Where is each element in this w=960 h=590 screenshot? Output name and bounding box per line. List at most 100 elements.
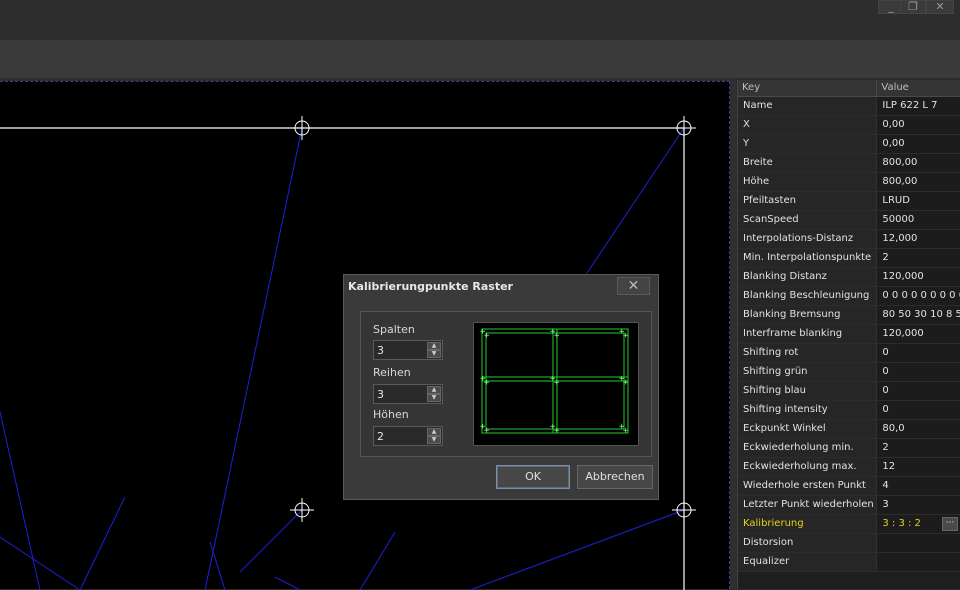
property-value[interactable]: 12 bbox=[877, 458, 960, 476]
property-key: X bbox=[738, 116, 878, 134]
property-value[interactable]: 0 bbox=[877, 344, 960, 362]
property-row[interactable]: Min. Interpolationspunkte 2 bbox=[738, 249, 960, 268]
property-value[interactable]: 80 50 30 10 8 5 3 bbox=[877, 306, 960, 324]
property-row[interactable]: Y 0,00 bbox=[738, 135, 960, 154]
property-value[interactable]: ILP 622 L 7 bbox=[877, 97, 960, 115]
key-column-header[interactable]: Key bbox=[738, 80, 878, 96]
property-row[interactable]: Eckwiederholung max. 12 bbox=[738, 458, 960, 477]
property-row[interactable]: Shifting blau 0 bbox=[738, 382, 960, 401]
property-row[interactable]: Shifting grün 0 bbox=[738, 363, 960, 382]
ok-button[interactable]: OK bbox=[496, 465, 570, 489]
reihen-label: Reihen bbox=[373, 366, 411, 379]
property-key: Shifting blau bbox=[738, 382, 878, 400]
property-value[interactable]: 12,000 bbox=[877, 230, 960, 248]
property-key: Eckpunkt Winkel bbox=[738, 420, 878, 438]
reihen-up-button[interactable]: ▲ bbox=[427, 386, 441, 394]
blue-line bbox=[359, 531, 396, 590]
property-row[interactable]: Blanking Bremsung80 50 30 10 8 5 3 bbox=[738, 306, 960, 325]
property-value[interactable]: 0 bbox=[877, 401, 960, 419]
property-value[interactable]: 800,00 bbox=[877, 173, 960, 191]
restore-button[interactable]: ❐ bbox=[900, 0, 926, 14]
property-row[interactable]: Höhe 800,00 bbox=[738, 173, 960, 192]
spalten-up-button[interactable]: ▲ bbox=[427, 342, 441, 350]
property-row[interactable]: ScanSpeed 50000 bbox=[738, 211, 960, 230]
spalten-input[interactable] bbox=[375, 342, 427, 358]
value-column-header[interactable]: Value bbox=[877, 80, 960, 96]
property-value[interactable]: 0 bbox=[877, 382, 960, 400]
toolbar bbox=[0, 40, 960, 78]
property-row[interactable]: Breite 800,00 bbox=[738, 154, 960, 173]
hoehen-label: Höhen bbox=[373, 408, 409, 421]
cancel-button[interactable]: Abbrechen bbox=[577, 465, 653, 489]
grid-point: + bbox=[484, 331, 490, 341]
properties-panel: Key Value Name ILP 622 L 7 X 0,00 Y 0,00 Breit… bbox=[737, 80, 960, 589]
blue-line bbox=[0, 411, 41, 590]
title-bar: _ ❐ ✕ bbox=[0, 0, 960, 40]
blue-line bbox=[584, 127, 685, 277]
grid-point: + bbox=[554, 426, 560, 436]
blue-line bbox=[209, 541, 226, 590]
grid-point: + bbox=[623, 378, 629, 388]
property-value[interactable]: 2 bbox=[877, 249, 960, 267]
property-value[interactable]: 120,000 bbox=[877, 268, 960, 286]
property-value[interactable] bbox=[877, 553, 960, 571]
property-row[interactable]: Blanking Distanz 120,000 bbox=[738, 268, 960, 287]
reihen-down-button[interactable]: ▼ bbox=[427, 394, 441, 402]
property-row[interactable]: Eckwiederholung min. 2 bbox=[738, 439, 960, 458]
kalibrierung-edit-button[interactable]: ··· bbox=[942, 517, 958, 531]
blue-line bbox=[469, 509, 685, 590]
hoehen-up-button[interactable]: ▲ bbox=[427, 428, 441, 436]
property-key: Distorsion bbox=[738, 534, 878, 552]
property-value[interactable]: 3 bbox=[877, 496, 960, 514]
property-row[interactable]: Interframe blanking 120,000 bbox=[738, 325, 960, 344]
property-value[interactable]: 0,00 bbox=[877, 135, 960, 153]
property-row[interactable]: Shifting intensity 0 bbox=[738, 401, 960, 420]
reihen-input[interactable] bbox=[375, 386, 427, 402]
property-key: Y bbox=[738, 135, 878, 153]
property-row[interactable]: Kalibrierung 3 : 3 : 2 ··· bbox=[738, 515, 960, 534]
dialog-panel: Spalten ▲ ▼ Reihen ▲ ▼ Höhen ▲ ▼ bbox=[360, 311, 652, 457]
property-key: Kalibrierung bbox=[738, 515, 878, 533]
hoehen-input[interactable] bbox=[375, 428, 427, 444]
property-value[interactable]: 120,000 bbox=[877, 325, 960, 343]
property-row[interactable]: Interpolations-Distanz 12,000 bbox=[738, 230, 960, 249]
property-row[interactable]: Equalizer bbox=[738, 553, 960, 572]
grid-point: + bbox=[623, 426, 629, 436]
property-key: Shifting rot bbox=[738, 344, 878, 362]
property-value[interactable]: 80,0 bbox=[877, 420, 960, 438]
calibration-grid-dialog: Kalibrierungpunkte Raster ✕ Spalten ▲ ▼ … bbox=[343, 274, 659, 500]
dialog-close-button[interactable]: ✕ bbox=[617, 277, 650, 295]
reihen-spinner: ▲ ▼ bbox=[373, 384, 443, 404]
hoehen-down-button[interactable]: ▼ bbox=[427, 436, 441, 444]
property-value[interactable]: 800,00 bbox=[877, 154, 960, 172]
property-row[interactable]: Pfeiltasten LRUD bbox=[738, 192, 960, 211]
property-value[interactable] bbox=[877, 534, 960, 552]
property-row[interactable]: Shifting rot 0 bbox=[738, 344, 960, 363]
property-value[interactable]: 0,00 bbox=[877, 116, 960, 134]
property-row[interactable]: X 0,00 bbox=[738, 116, 960, 135]
property-row[interactable]: Name ILP 622 L 7 bbox=[738, 97, 960, 116]
property-key: Blanking Distanz bbox=[738, 268, 878, 286]
properties-header: Key Value bbox=[738, 80, 960, 97]
property-key: Name bbox=[738, 97, 878, 115]
property-key: Interpolations-Distanz bbox=[738, 230, 878, 248]
property-value[interactable]: 50000 bbox=[877, 211, 960, 229]
property-row[interactable]: Eckpunkt Winkel 80,0 bbox=[738, 420, 960, 439]
property-value[interactable]: 0 bbox=[877, 363, 960, 381]
property-value[interactable]: 4 bbox=[877, 477, 960, 495]
property-row[interactable]: Wiederhole ersten Punkt 4 bbox=[738, 477, 960, 496]
blue-line bbox=[204, 127, 303, 590]
spalten-down-button[interactable]: ▼ bbox=[427, 350, 441, 358]
property-key: Shifting grün bbox=[738, 363, 878, 381]
property-row[interactable]: Letzter Punkt wiederholen 3 bbox=[738, 496, 960, 515]
blue-line bbox=[79, 496, 126, 590]
close-window-button[interactable]: ✕ bbox=[926, 0, 954, 14]
property-value[interactable]: 2 bbox=[877, 439, 960, 457]
property-row[interactable]: Blanking Beschleunigung0 0 0 0 0 0 0 0 0… bbox=[738, 287, 960, 306]
property-value[interactable]: LRUD bbox=[877, 192, 960, 210]
property-row[interactable]: Distorsion bbox=[738, 534, 960, 553]
property-key: Blanking Beschleunigung bbox=[738, 287, 878, 305]
grid-point: + bbox=[623, 331, 629, 341]
property-key: Interframe blanking bbox=[738, 325, 878, 343]
property-value[interactable]: 0 0 0 0 0 0 0 0 0 0 bbox=[877, 287, 960, 305]
